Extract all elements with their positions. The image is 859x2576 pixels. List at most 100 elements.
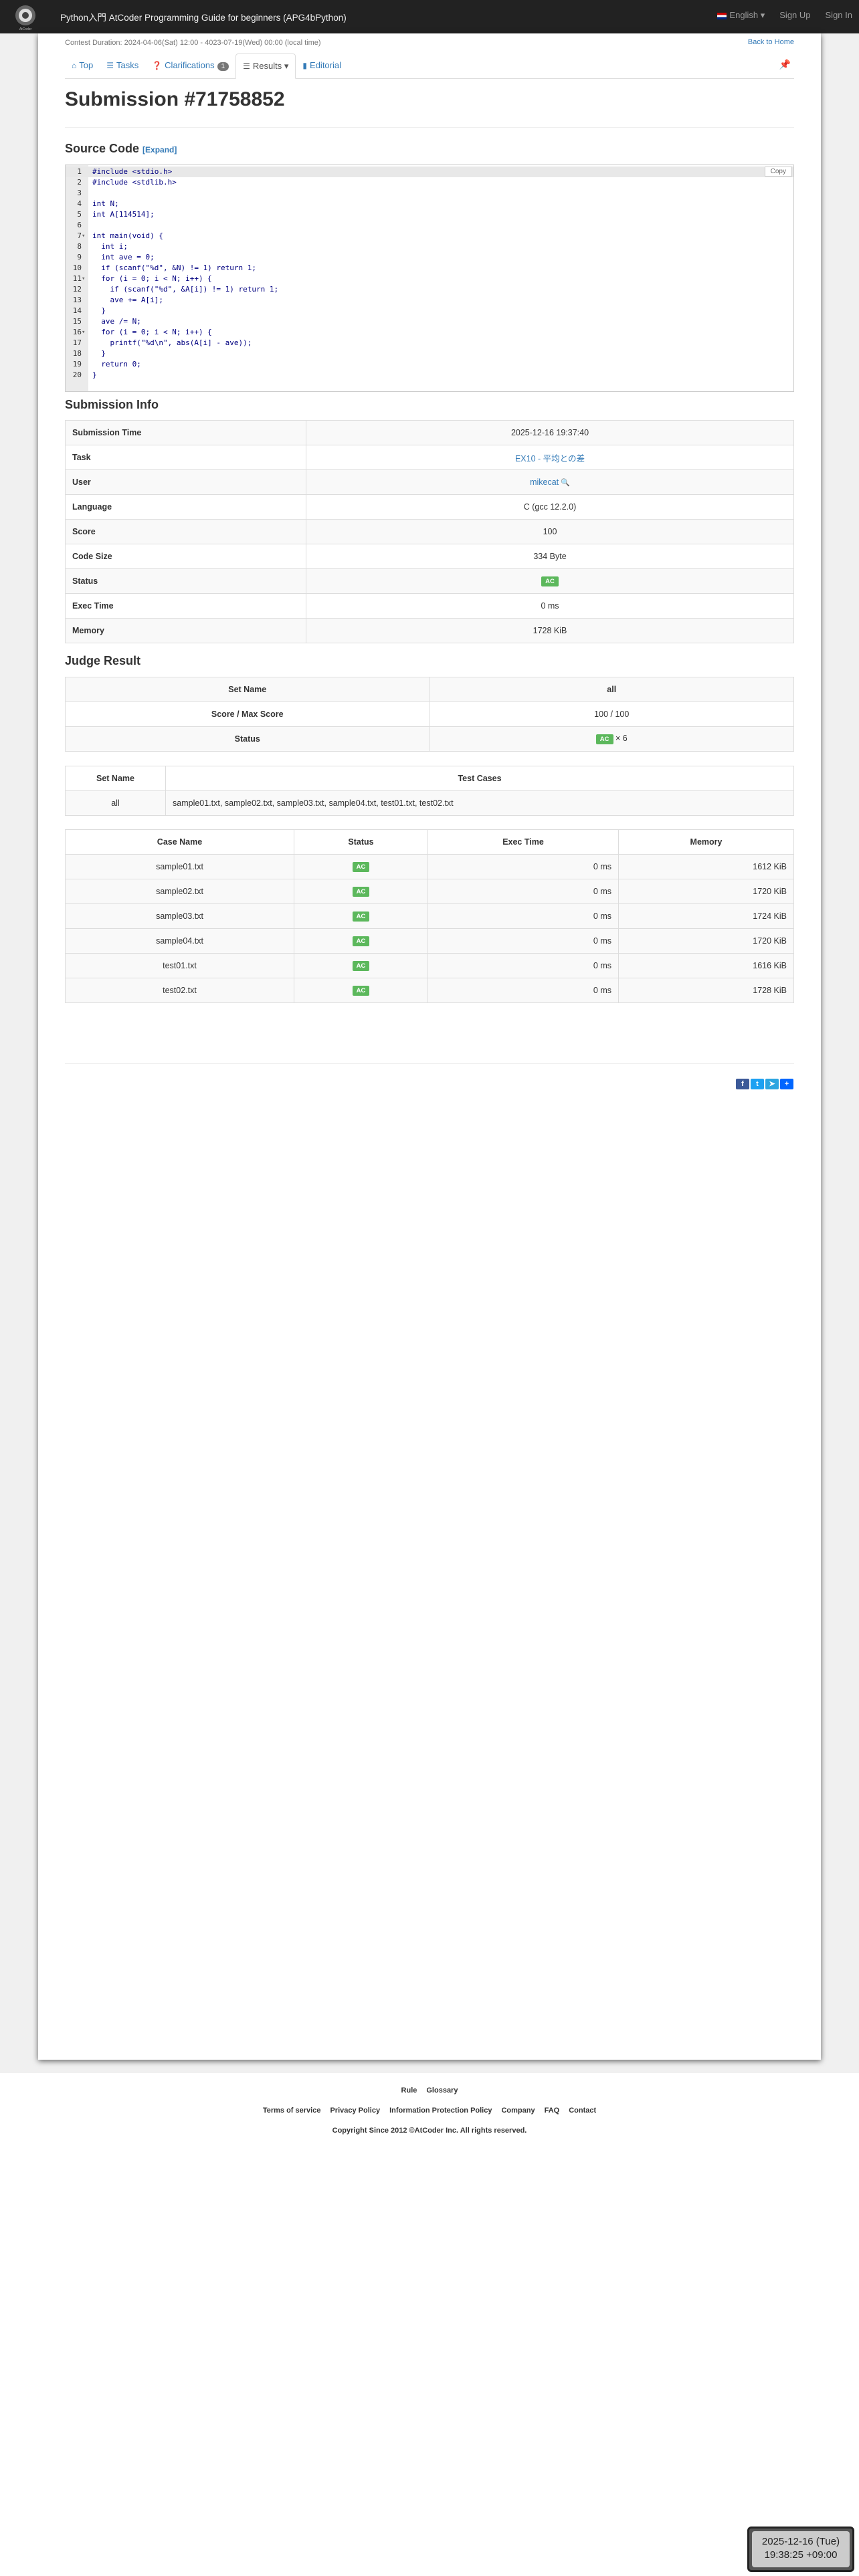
contest-duration: Contest Duration: 2024-04-06(Sat) 12:00 … <box>65 39 321 47</box>
footer-link[interactable]: Terms of service <box>263 2107 321 2115</box>
info-row: Score 100 <box>65 519 794 544</box>
share-buttons: f t ➤ + <box>736 1079 793 1089</box>
twitter-icon[interactable]: t <box>751 1079 764 1089</box>
fold-arrow-icon[interactable]: ▾ <box>82 231 88 241</box>
sign-in-link[interactable]: Sign In <box>826 10 852 21</box>
judge-result-heading: Judge Result <box>65 654 141 667</box>
language-dropdown[interactable]: English ▾ <box>717 10 765 21</box>
set-name-value: all <box>429 677 794 702</box>
test-sets-table: Set Name Test Cases all sample01.txt, sa… <box>65 766 794 816</box>
book-icon: ▮ <box>302 61 308 70</box>
tab-tasks[interactable]: ☰ Tasks <box>100 53 145 79</box>
footer-link[interactable]: Contact <box>569 2107 596 2115</box>
line-number: 14 <box>72 306 82 315</box>
copyright: Copyright Since 2012 ©AtCoder Inc. All r… <box>332 2127 527 2135</box>
info-label: Exec Time <box>65 593 306 619</box>
code-text: #include <stdlib.h> <box>92 178 177 187</box>
fold-arrow-icon[interactable]: ▾ <box>82 274 88 284</box>
main-panel: Contest Duration: 2024-04-06(Sat) 12:00 … <box>38 33 821 2060</box>
footer-link[interactable]: Glossary <box>426 2086 458 2095</box>
code-line: 4 int N; <box>66 199 793 209</box>
line-number: 4 <box>77 199 82 208</box>
status-badge: AC <box>595 734 613 744</box>
case-name-cell: test02.txt <box>65 978 294 1003</box>
code-line: 5 int A[114514]; <box>66 209 793 220</box>
code-line: 12 if (scanf("%d", &A[i]) != 1) return 1… <box>66 284 793 295</box>
line-number: 11 <box>72 274 82 283</box>
code-text: int A[114514]; <box>92 210 155 219</box>
footer-link[interactable]: FAQ <box>545 2107 560 2115</box>
line-number: 9 <box>77 253 82 261</box>
case-memory-cell: 1612 KiB <box>618 854 794 879</box>
line-number: 20 <box>72 370 82 379</box>
fold-arrow-icon[interactable]: ▾ <box>82 327 88 338</box>
score-label: Score / Max Score <box>65 702 430 727</box>
atcoder-logo-icon[interactable]: AtCoder <box>7 2 44 31</box>
tab-top[interactable]: ⌂ Top <box>65 53 100 79</box>
info-value: AC <box>306 568 794 594</box>
info-row: Exec Time 0 ms <box>65 593 794 619</box>
test-cases-table: Case Name Status Exec Time Memory sample… <box>65 829 794 1003</box>
footer-link[interactable]: Rule <box>401 2086 417 2095</box>
back-to-home-link[interactable]: Back to Home <box>748 38 794 46</box>
test-cases-cell: sample01.txt, sample02.txt, sample03.txt… <box>165 790 794 816</box>
line-number: 18 <box>72 349 82 358</box>
col-set-name: Set Name <box>65 766 166 791</box>
info-label: Code Size <box>65 544 306 569</box>
tab-editorial[interactable]: ▮ Editorial <box>296 53 348 79</box>
sign-up-link[interactable]: Sign Up <box>779 10 810 21</box>
footer-link[interactable]: Privacy Policy <box>330 2107 380 2115</box>
task-link[interactable]: EX10 - 平均との差 <box>515 454 585 463</box>
case-time-cell: 0 ms <box>427 953 619 978</box>
source-code-block[interactable]: 1 #include <stdio.h> 2 #include <stdlib.h> 3… <box>65 165 794 392</box>
status-badge: AC <box>541 576 559 586</box>
contest-title-link[interactable]: Python入門 AtCoder Programming Guide for b… <box>60 10 347 23</box>
info-row: Code Size 334 Byte <box>65 544 794 569</box>
code-text: for (i = 0; i < N; i++) { <box>92 328 212 336</box>
code-text: ave /= N; <box>92 317 141 326</box>
code-text: } <box>92 349 106 358</box>
code-text: } <box>92 370 97 379</box>
expand-link[interactable]: [Expand] <box>142 145 177 154</box>
list-icon: ☰ <box>243 62 250 71</box>
search-icon[interactable]: 🔍 <box>559 479 570 487</box>
case-name-cell: sample03.txt <box>65 903 294 929</box>
case-time-cell: 0 ms <box>427 854 619 879</box>
col-memory: Memory <box>618 829 794 855</box>
contest-tabs: ⌂ Top ☰ Tasks ❓ Clarifications 1 ☰ Results ▾ … <box>65 53 794 79</box>
code-line: 2 #include <stdlib.h> <box>66 177 793 188</box>
code-text: for (i = 0; i < N; i++) { <box>92 274 212 283</box>
line-number: 16 <box>72 328 82 336</box>
copy-button[interactable]: Copy <box>764 167 792 177</box>
code-line: 15 ave /= N; <box>66 316 793 327</box>
telegram-icon[interactable]: ➤ <box>765 1079 779 1089</box>
footer-link[interactable]: Information Protection Policy <box>389 2107 492 2115</box>
submission-info-heading: Submission Info <box>65 398 159 411</box>
info-value: 2025-12-16 19:37:40 <box>306 420 794 445</box>
case-memory-cell: 1720 KiB <box>618 928 794 954</box>
case-name-cell: sample04.txt <box>65 928 294 954</box>
submission-info-table: Submission Time 2025-12-16 19:37:40 Task EX… <box>65 420 794 643</box>
code-line: 14 } <box>66 306 793 316</box>
case-time-cell: 0 ms <box>427 928 619 954</box>
line-number: 10 <box>72 263 82 272</box>
info-label: Memory <box>65 618 306 643</box>
tab-clarifications[interactable]: ❓ Clarifications 1 <box>145 53 235 79</box>
code-line: 9 int ave = 0; <box>66 252 793 263</box>
user-link[interactable]: mikecat <box>530 477 559 487</box>
share-plus-icon[interactable]: + <box>780 1079 793 1089</box>
line-number: 6 <box>77 221 82 229</box>
case-time-cell: 0 ms <box>427 903 619 929</box>
info-label: Status <box>65 568 306 594</box>
info-row: User mikecat 🔍 <box>65 469 794 495</box>
status-count: × 6 <box>615 734 628 743</box>
info-label: Score <box>65 519 306 544</box>
facebook-icon[interactable]: f <box>736 1079 749 1089</box>
footer-link[interactable]: Company <box>501 2107 535 2115</box>
set-name-label: Set Name <box>65 677 430 702</box>
code-line: 8 int i; <box>66 241 793 252</box>
info-value: C (gcc 12.2.0) <box>306 494 794 520</box>
tab-results[interactable]: ☰ Results ▾ <box>235 53 296 79</box>
case-memory-cell: 1720 KiB <box>618 879 794 904</box>
pin-icon[interactable]: 📌 <box>779 59 791 70</box>
